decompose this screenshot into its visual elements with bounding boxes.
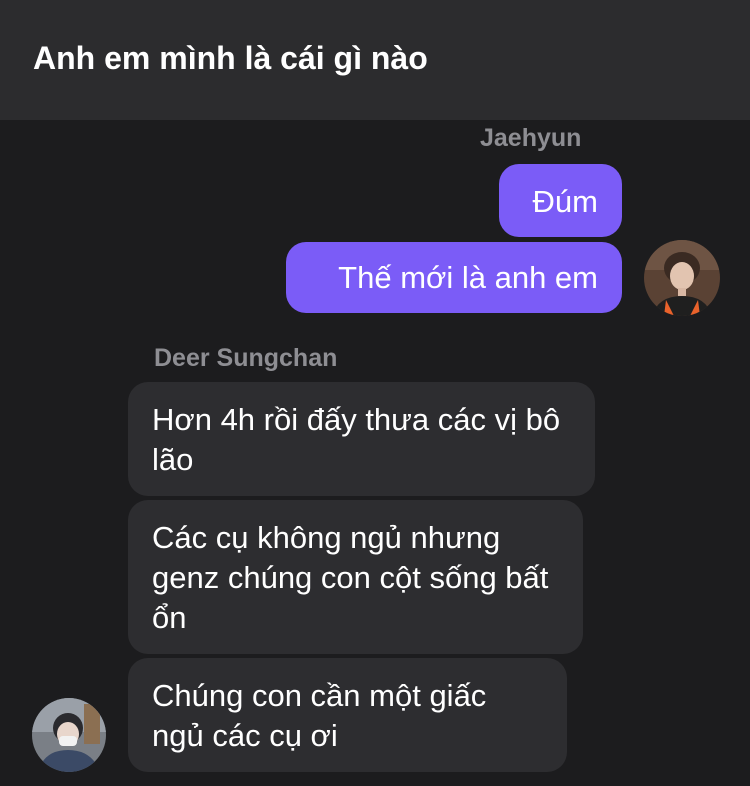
message-bubble-incoming[interactable]: Hơn 4h rồi đấy thưa các vị bô lão bbox=[128, 382, 595, 496]
message-text: Chúng con cần một giấc ngủ các cụ ơi bbox=[152, 678, 487, 753]
message-text: Đúm bbox=[532, 184, 598, 219]
user-avatar-photo-icon bbox=[644, 240, 720, 316]
message-bubble-incoming[interactable]: Chúng con cần một giấc ngủ các cụ ơi bbox=[128, 658, 567, 772]
sender-name-deer-sungchan: Deer Sungchan bbox=[154, 344, 338, 372]
message-bubble-outgoing[interactable]: Đúm bbox=[499, 164, 622, 237]
avatar-jaehyun[interactable] bbox=[644, 240, 720, 316]
message-bubble-outgoing[interactable]: Thế mới là anh em bbox=[286, 242, 622, 313]
message-text: Các cụ không ngủ nhưng genz chúng con cộ… bbox=[152, 520, 549, 635]
chat-header: Anh em mình là cái gì nào bbox=[0, 0, 750, 120]
message-text: Hơn 4h rồi đấy thưa các vị bô lão bbox=[152, 402, 561, 477]
user-avatar-photo-icon bbox=[32, 698, 106, 772]
chat-screen: Anh em mình là cái gì nào Jaehyun Đúm Th… bbox=[0, 0, 750, 786]
sender-name-jaehyun: Jaehyun bbox=[480, 124, 582, 152]
message-text: Thế mới là anh em bbox=[338, 260, 598, 295]
avatar-deer-sungchan[interactable] bbox=[32, 698, 106, 772]
message-bubble-incoming[interactable]: Các cụ không ngủ nhưng genz chúng con cộ… bbox=[128, 500, 583, 654]
chat-title[interactable]: Anh em mình là cái gì nào bbox=[33, 40, 428, 77]
